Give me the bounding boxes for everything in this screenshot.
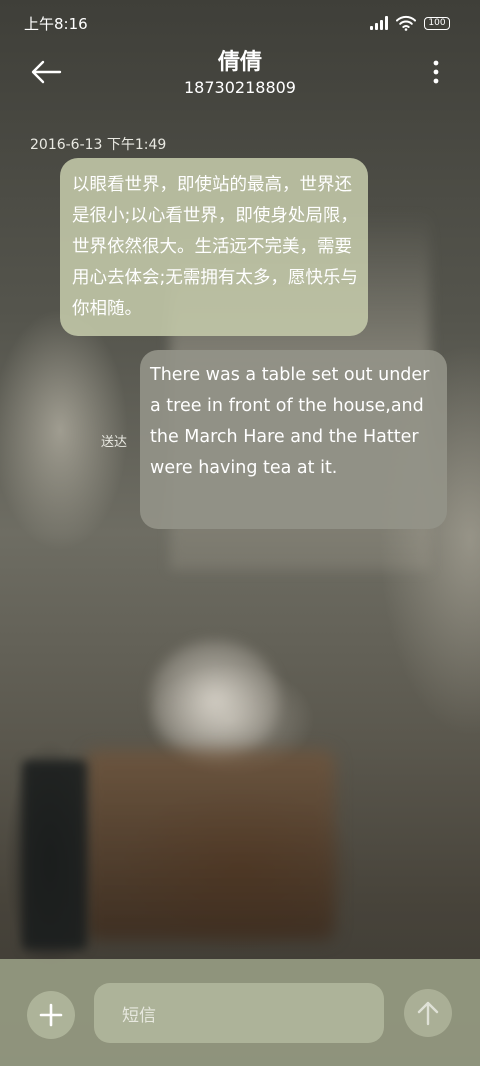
status-icons: 100 [370, 14, 450, 32]
message-input[interactable]: 短信 [94, 983, 384, 1043]
wallpaper-vase [150, 640, 280, 760]
conversation-header: 倩倩 18730218809 [0, 40, 480, 104]
composer-bar: 短信 [0, 959, 480, 1066]
status-time: 上午8:16 [24, 15, 88, 33]
contact-number: 18730218809 [184, 78, 296, 97]
wallpaper-table [85, 750, 335, 940]
battery-icon: 100 [424, 16, 450, 30]
arrow-up-icon [417, 1001, 439, 1026]
wifi-icon [396, 15, 416, 31]
plus-icon [39, 1003, 63, 1027]
incoming-message-bubble[interactable]: 以眼看世界，即使站的最高，世界还是很小;以心看世界，即使身处局限，世界依然很大。… [60, 158, 368, 336]
wallpaper-book [22, 760, 87, 950]
delivery-status: 送达 [101, 435, 128, 450]
more-vertical-icon[interactable] [424, 58, 448, 86]
signal-icon [370, 16, 388, 30]
outgoing-message-bubble[interactable]: There was a table set out under a tree i… [140, 350, 447, 529]
add-attachment-button[interactable] [27, 991, 75, 1039]
contact-name: 倩倩 [217, 50, 262, 75]
send-button[interactable] [404, 989, 452, 1037]
status-bar: 上午8:16 100 [0, 0, 480, 44]
message-timestamp: 2016-6-13 下午1:49 [30, 137, 167, 153]
